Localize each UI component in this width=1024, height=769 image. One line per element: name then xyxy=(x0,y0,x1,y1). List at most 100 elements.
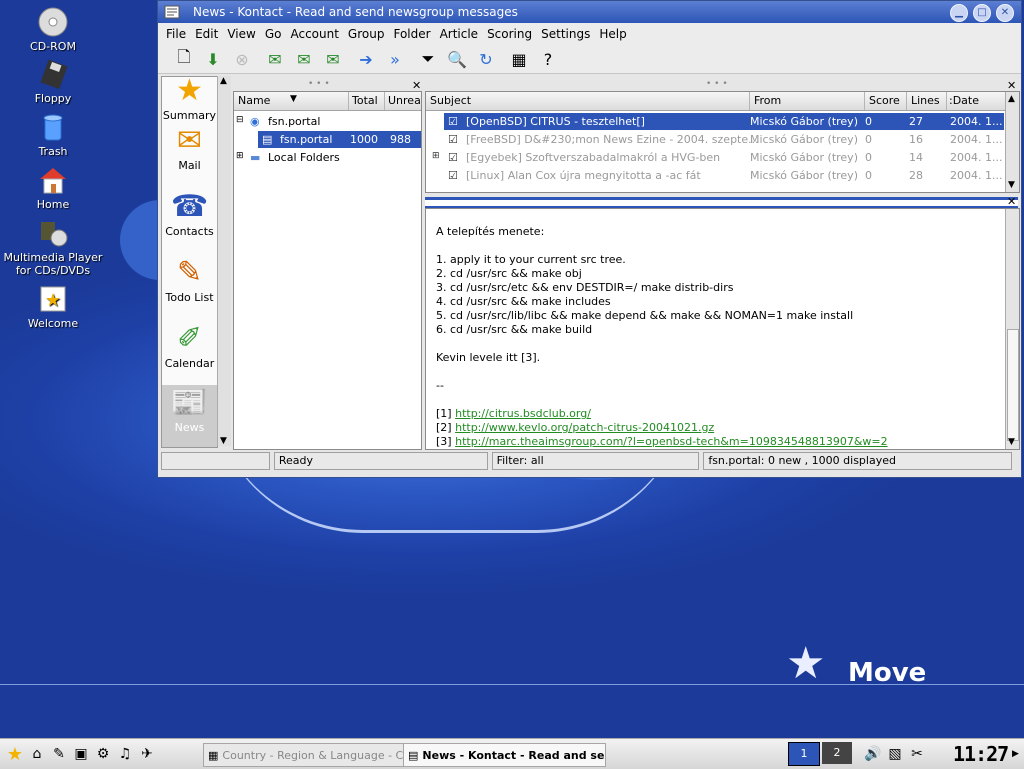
forward-icon[interactable]: ✉ xyxy=(321,47,345,71)
mail-icon: ✉ xyxy=(176,123,203,158)
quick-launch-help-icon[interactable]: ✎ xyxy=(48,743,70,765)
floppy-icon xyxy=(37,58,69,90)
folder-icon: ▬ xyxy=(250,151,261,164)
taskbar-arrow-icon[interactable]: ▶ xyxy=(1012,743,1019,765)
menu-settings[interactable]: Settings xyxy=(541,27,590,41)
reference-1: [1] http://citrus.bsdclub.org/ xyxy=(436,407,591,420)
scroll-up-icon[interactable]: ▲ xyxy=(220,76,227,86)
column-from[interactable]: From xyxy=(754,94,781,107)
sidebar-item-contacts[interactable]: ☎ Contacts xyxy=(162,189,217,238)
message-row[interactable]: ⊞ ☑ [Egyebek] Szoftverszabadalmakról a H… xyxy=(430,149,1004,166)
reply-icon[interactable]: ✉ xyxy=(263,47,287,71)
maximize-button[interactable]: □ xyxy=(973,4,991,22)
start-menu-star-icon[interactable]: ★ xyxy=(4,743,26,765)
reader-close-icon[interactable]: ✕ xyxy=(1007,195,1016,208)
filter-icon[interactable]: ⏷ xyxy=(416,47,440,71)
desktop-2-button[interactable]: 2 xyxy=(822,742,852,764)
window-titlebar[interactable]: News - Kontact - Read and send newsgroup… xyxy=(158,1,1021,23)
configure-icon[interactable]: ▦ xyxy=(507,47,531,71)
menu-article[interactable]: Article xyxy=(440,27,479,41)
desktop-icon-trash[interactable]: Trash xyxy=(3,111,103,158)
whats-this-icon[interactable]: ? xyxy=(536,47,560,71)
quick-launch-media-icon[interactable]: ♫ xyxy=(114,743,136,765)
next-arrow-icon[interactable]: ➔ xyxy=(354,47,378,71)
message-list: Subject From Score Lines :Date ☑ [OpenBS… xyxy=(425,91,1020,193)
refresh-icon[interactable]: ↻ xyxy=(474,47,498,71)
menu-edit[interactable]: Edit xyxy=(195,27,218,41)
menu-folder[interactable]: Folder xyxy=(393,27,430,41)
reference-link[interactable]: http://www.kevlo.org/patch-citrus-200410… xyxy=(455,421,714,434)
quick-launch-network-icon[interactable]: ⚙ xyxy=(92,743,114,765)
close-button[interactable]: ✕ xyxy=(996,4,1014,22)
new-article-icon[interactable]: 🗋 xyxy=(172,47,196,71)
multimedia-icon xyxy=(37,217,69,249)
scroll-thumb[interactable] xyxy=(1007,329,1019,441)
column-date[interactable]: :Date xyxy=(949,94,979,107)
fetch-icon[interactable]: ⬇ xyxy=(201,47,225,71)
scroll-down-icon[interactable]: ▼ xyxy=(1008,437,1015,447)
clock[interactable]: 11:27 xyxy=(953,742,1009,766)
display-icon[interactable]: ▧ xyxy=(884,743,906,765)
collapse-icon[interactable]: ⊟ xyxy=(236,115,244,125)
scroll-down-icon[interactable]: ▼ xyxy=(1008,180,1015,190)
volume-icon[interactable]: 🔊 xyxy=(862,743,884,765)
desktop-icon-home[interactable]: Home xyxy=(3,164,103,211)
sidebar-item-calendar[interactable]: ✐ Calendar xyxy=(162,321,217,370)
trash-icon xyxy=(37,111,69,143)
sidebar-item-mail[interactable]: ✉ Mail xyxy=(162,123,217,172)
quick-launch-browser-icon[interactable]: ▣ xyxy=(70,743,92,765)
reference-link[interactable]: http://citrus.bsdclub.org/ xyxy=(455,407,591,420)
list-pane-grip[interactable]: • • • xyxy=(706,79,728,89)
menu-account[interactable]: Account xyxy=(290,27,338,41)
task-button-kontact[interactable]: ▤ News - Kontact - Read and send xyxy=(403,743,606,767)
reply-all-icon[interactable]: ✉ xyxy=(292,47,316,71)
menu-go[interactable]: Go xyxy=(265,27,282,41)
desktop-1-button[interactable]: 1 xyxy=(788,742,820,766)
menu-scoring[interactable]: Scoring xyxy=(487,27,532,41)
thread-expand-icon[interactable]: ⊞ xyxy=(432,151,440,161)
article-scrollbar[interactable]: ▼ xyxy=(1005,209,1019,449)
message-list-scrollbar[interactable]: ▲ ▼ xyxy=(1005,92,1019,192)
scroll-up-icon[interactable]: ▲ xyxy=(1008,94,1015,104)
desktop-icon-welcome[interactable]: ★ Welcome xyxy=(3,283,103,330)
menu-help[interactable]: Help xyxy=(599,27,626,41)
klipper-icon[interactable]: ✂ xyxy=(906,743,928,765)
reference-link[interactable]: http://marc.theaimsgroup.com/?l=openbsd-… xyxy=(455,435,888,448)
column-name[interactable]: Name xyxy=(238,94,270,107)
newspaper-app-icon[interactable] xyxy=(164,4,180,20)
status-bar: Ready Filter: all fsn.portal: 0 new , 10… xyxy=(161,452,1016,470)
folder-row-local[interactable]: ⊞ ▬ Local Folders xyxy=(234,149,421,166)
expand-icon[interactable]: ⊞ xyxy=(236,151,244,161)
sidebar-item-news[interactable]: 📰 News xyxy=(162,385,217,447)
column-lines[interactable]: Lines xyxy=(911,94,940,107)
column-score[interactable]: Score xyxy=(869,94,900,107)
search-icon[interactable]: 🔍 xyxy=(445,47,469,71)
folder-pane-grip[interactable]: • • • xyxy=(308,79,330,89)
status-filter: Filter: all xyxy=(491,452,700,470)
sidebar-item-todo[interactable]: ✎ Todo List xyxy=(162,255,217,304)
task-button-country[interactable]: ▦ Country - Region & Language - C xyxy=(203,743,406,767)
folder-row-group[interactable]: ▤ fsn.portal 1000 988 xyxy=(258,131,421,148)
stop-icon[interactable]: ⊗ xyxy=(230,47,254,71)
message-row[interactable]: ☑ [OpenBSD] CITRUS - tesztelhet[] Micskó… xyxy=(444,113,1004,130)
scroll-down-icon[interactable]: ▼ xyxy=(220,436,227,446)
desktop-icon-floppy[interactable]: Floppy xyxy=(3,58,103,105)
message-row[interactable]: ☑ [FreeBSD] D&#230;mon News Ezine - 2004… xyxy=(444,131,1004,148)
message-row[interactable]: ☑ [Linux] Alan Cox újra megnyitotta a -a… xyxy=(444,167,1004,184)
menu-file[interactable]: File xyxy=(166,27,186,41)
status-ready: Ready xyxy=(273,452,488,470)
column-subject[interactable]: Subject xyxy=(430,94,471,107)
sidebar-scrollbar[interactable]: ▲ ▼ xyxy=(217,76,231,446)
menu-group[interactable]: Group xyxy=(348,27,385,41)
quick-launch-tools-icon[interactable]: ✈ xyxy=(136,743,158,765)
folder-row-account[interactable]: ⊟ ◉ fsn.portal xyxy=(234,113,421,130)
desktop-icon-cdrom[interactable]: CD-ROM xyxy=(3,6,103,53)
quick-launch-home-icon[interactable]: ⌂ xyxy=(26,743,48,765)
menu-view[interactable]: View xyxy=(227,27,255,41)
next-unread-icon[interactable]: » xyxy=(383,47,407,71)
column-total[interactable]: Total xyxy=(352,94,378,107)
desktop-icon-multimedia[interactable]: Multimedia Player for CDs/DVDs xyxy=(3,217,103,277)
sidebar-item-summary[interactable]: ★ Summary xyxy=(162,73,217,122)
column-unread[interactable]: Unrea xyxy=(388,94,421,107)
minimize-button[interactable]: ▁ xyxy=(950,4,968,22)
